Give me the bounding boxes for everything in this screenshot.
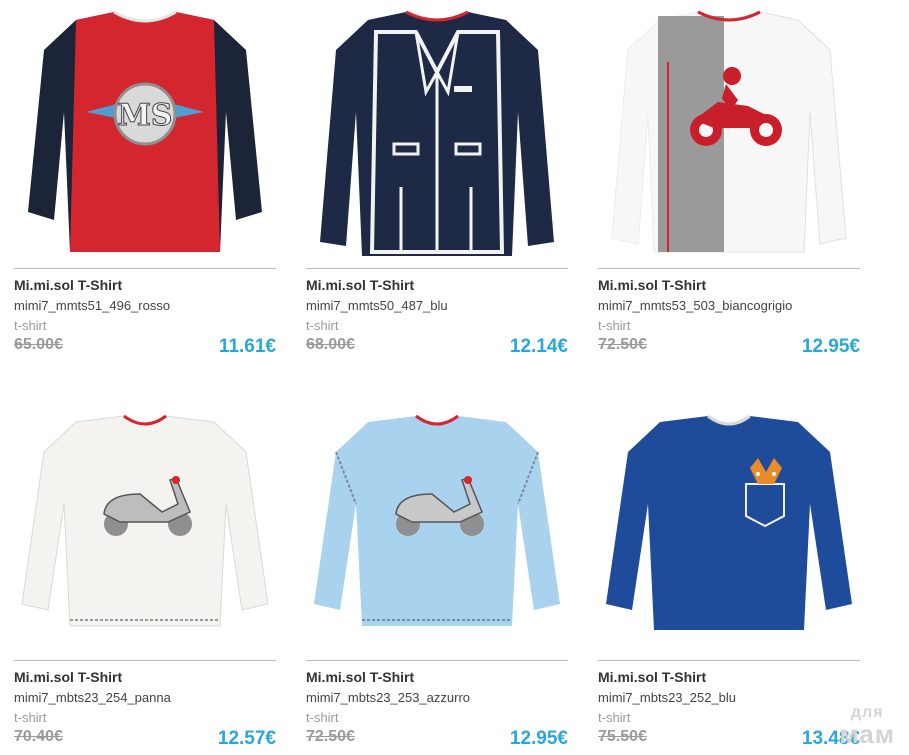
old-price: 75.50€ bbox=[598, 728, 647, 745]
product-category: t-shirt bbox=[14, 710, 47, 725]
product-sku: mimi7_mbts23_253_azzurro bbox=[306, 690, 471, 705]
product-image[interactable] bbox=[598, 394, 860, 656]
product-image[interactable] bbox=[306, 2, 568, 264]
tshirt-image-icon bbox=[606, 414, 852, 630]
tshirt-image-icon bbox=[320, 10, 554, 256]
tshirt-image-icon bbox=[21, 414, 269, 627]
product-brand[interactable]: Mi.mi.sol T-Shirt bbox=[14, 277, 122, 293]
old-price: 70.40€ bbox=[14, 728, 63, 745]
product-image[interactable] bbox=[14, 394, 276, 656]
product-sku: mimi7_mbts23_254_panna bbox=[14, 690, 171, 705]
old-price: 68.00€ bbox=[306, 336, 355, 353]
product-card[interactable]: Mi.mi.sol T-Shirt mimi7_mmts50_487_blu t… bbox=[306, 2, 568, 362]
sale-price: 12.57€ bbox=[217, 728, 276, 749]
product-category: t-shirt bbox=[598, 318, 631, 333]
tshirt-image-icon: MS bbox=[28, 10, 262, 252]
watermark-line2: мам bbox=[839, 719, 895, 749]
product-brand[interactable]: Mi.mi.sol T-Shirt bbox=[306, 277, 414, 293]
tshirt-image-icon bbox=[611, 10, 847, 253]
product-card[interactable]: Mi.mi.sol T-Shirt mimi7_mbts23_252_blu t… bbox=[598, 394, 860, 754]
product-card[interactable]: Mi.mi.sol T-Shirt mimi7_mbts23_254_panna… bbox=[14, 394, 276, 754]
sale-price: 12.14€ bbox=[509, 336, 568, 357]
product-category: t-shirt bbox=[306, 710, 339, 725]
product-image[interactable]: MS bbox=[14, 2, 276, 264]
product-category: t-shirt bbox=[306, 318, 339, 333]
watermark-logo: для мам bbox=[839, 705, 895, 749]
product-brand[interactable]: Mi.mi.sol T-Shirt bbox=[14, 669, 122, 685]
sale-price: 11.61€ bbox=[218, 336, 276, 357]
divider bbox=[14, 660, 276, 661]
product-sku: mimi7_mmts51_496_rosso bbox=[14, 298, 171, 313]
product-card[interactable]: Mi.mi.sol T-Shirt mimi7_mbts23_253_azzur… bbox=[306, 394, 568, 754]
product-brand[interactable]: Mi.mi.sol T-Shirt bbox=[598, 277, 706, 293]
product-brand[interactable]: Mi.mi.sol T-Shirt bbox=[598, 669, 706, 685]
product-image[interactable] bbox=[306, 394, 568, 656]
product-category: t-shirt bbox=[14, 318, 47, 333]
divider bbox=[14, 268, 276, 269]
product-brand[interactable]: Mi.mi.sol T-Shirt bbox=[306, 669, 414, 685]
product-card[interactable]: MS Mi.mi.sol T-Shirt mimi7_mmts51_496_ro… bbox=[14, 2, 276, 362]
divider bbox=[598, 268, 860, 269]
product-sku: mimi7_mbts23_252_blu bbox=[598, 690, 737, 705]
svg-text:MS: MS bbox=[118, 98, 173, 133]
product-sku: mimi7_mmts53_503_biancogrigio bbox=[598, 298, 793, 313]
divider bbox=[598, 660, 860, 661]
sale-price: 12.95€ bbox=[509, 728, 568, 749]
old-price: 65.00€ bbox=[14, 336, 63, 353]
divider bbox=[306, 660, 568, 661]
product-sku: mimi7_mmts50_487_blu bbox=[306, 298, 448, 313]
product-grid: MS Mi.mi.sol T-Shirt mimi7_mmts51_496_ro… bbox=[0, 0, 909, 755]
old-price: 72.50€ bbox=[306, 728, 355, 745]
product-category: t-shirt bbox=[598, 710, 631, 725]
sale-price: 12.95€ bbox=[801, 336, 860, 357]
divider bbox=[306, 268, 568, 269]
product-card[interactable]: Mi.mi.sol T-Shirt mimi7_mmts53_503_bianc… bbox=[598, 2, 860, 362]
tshirt-image-icon bbox=[314, 414, 560, 626]
old-price: 72.50€ bbox=[598, 336, 647, 353]
product-image[interactable] bbox=[598, 2, 860, 264]
